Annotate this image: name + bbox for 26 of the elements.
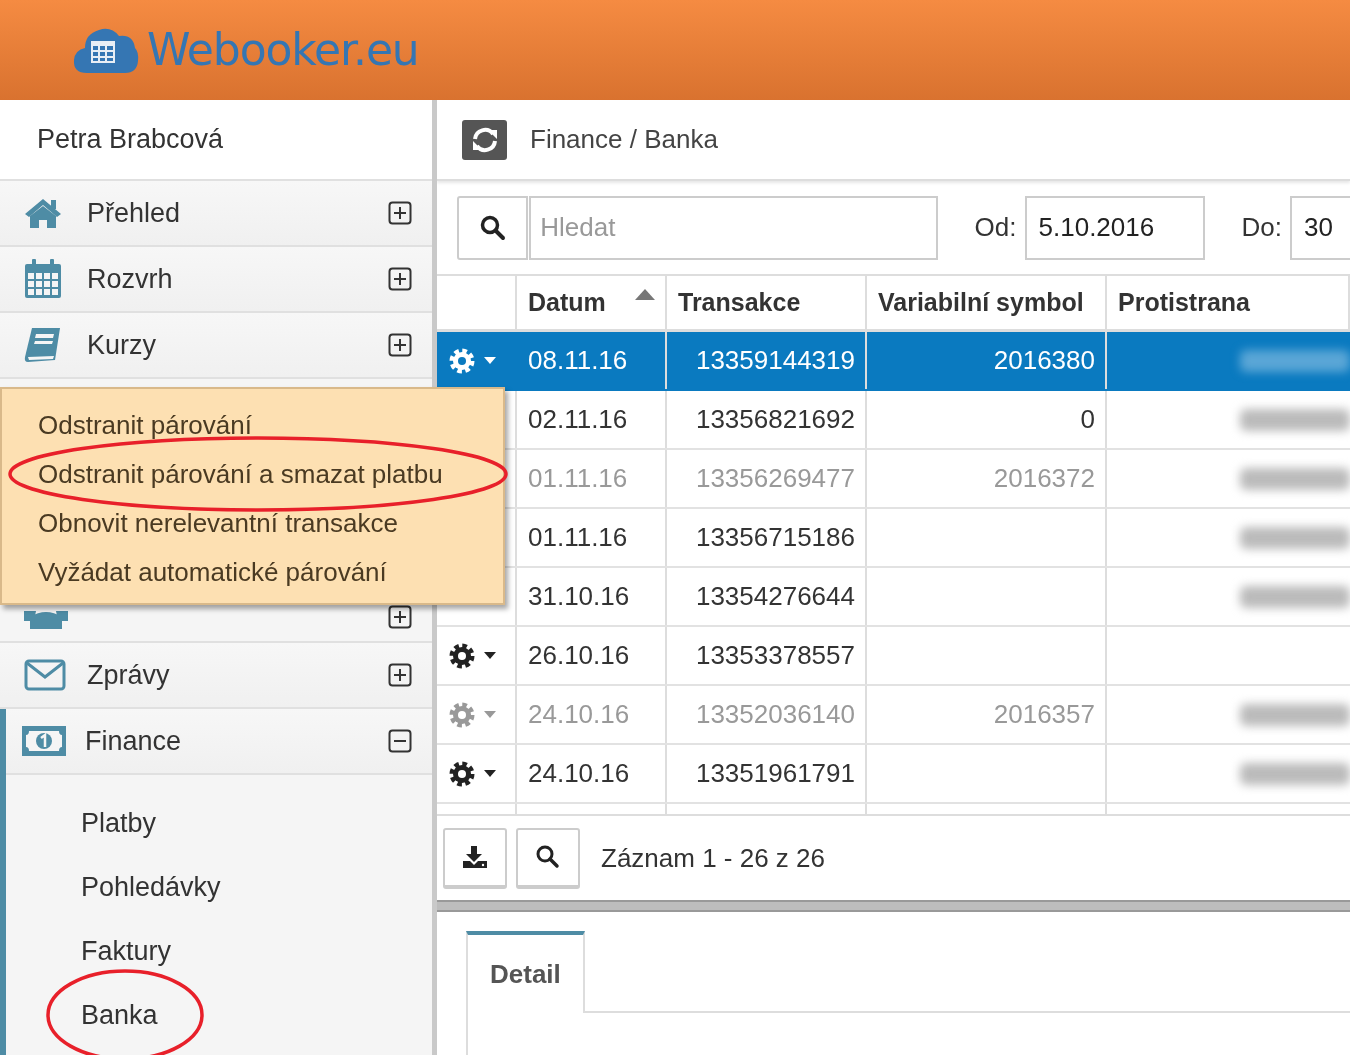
table-cell: 13352036140	[667, 686, 867, 743]
table-cell: 13356269477	[667, 450, 867, 507]
table-cell: 01.11.16	[517, 450, 667, 507]
logo-text: Webooker.eu	[147, 23, 419, 77]
to-label: Do:	[1241, 211, 1282, 244]
table-cell: 2016380	[867, 332, 1107, 389]
table-cell: 13354276644	[667, 568, 867, 625]
from-label: Od:	[974, 211, 1017, 244]
breadcrumb: Finance / Banka	[530, 123, 718, 156]
table-cell: 13359144319	[667, 332, 867, 389]
table-cell: 31.10.16	[517, 568, 667, 625]
table-cell: 26.10.16	[517, 627, 667, 684]
table-cell: 13356821692	[667, 391, 867, 448]
record-count: Záznam 1 - 26 z 26	[601, 841, 825, 875]
table-cell: 13356715186	[667, 509, 867, 566]
table-cell: 0	[867, 391, 1107, 448]
table-cell: 24.10.16	[517, 686, 667, 743]
table-cell: 02.11.16	[517, 391, 667, 448]
table-cell: 13351961791	[667, 745, 867, 802]
table-cell: 01.11.16	[517, 509, 667, 566]
table-cell: 24.10.16	[517, 745, 667, 802]
table-cell: 2016357	[867, 686, 1107, 743]
user-name: Petra Brabcová	[37, 123, 224, 157]
table-cell: 13353378557	[667, 627, 867, 684]
table-cell: 08.11.16	[517, 332, 667, 389]
table-cell: 2016372	[867, 450, 1107, 507]
